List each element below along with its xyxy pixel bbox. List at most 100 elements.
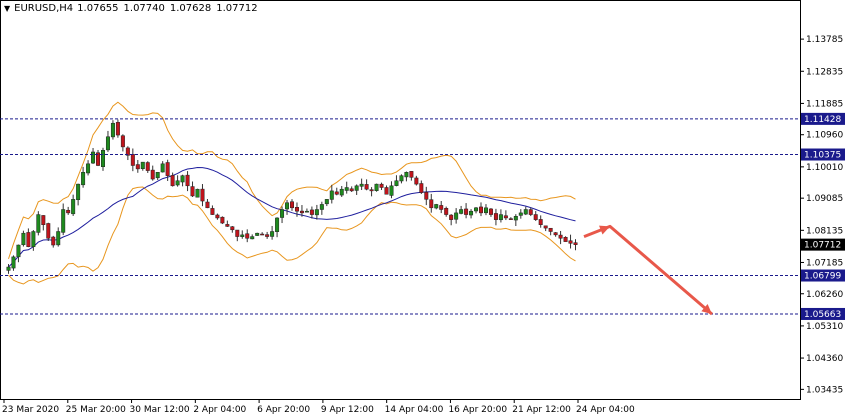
candle-body	[145, 162, 150, 171]
candle-body	[508, 218, 513, 220]
candle-body	[344, 187, 349, 191]
candle-body	[175, 180, 180, 186]
candle-body	[275, 217, 280, 232]
candle-body	[513, 216, 518, 221]
candle-body	[409, 171, 414, 178]
candle-body	[314, 209, 319, 216]
candle-body	[120, 135, 125, 148]
candle-body	[329, 190, 334, 200]
candle-body	[180, 175, 185, 183]
candle-body	[479, 206, 483, 214]
level-badge-label: 1.10375	[804, 151, 841, 161]
x-tick-label: 6 Apr 20:00	[257, 405, 310, 415]
candle-body	[469, 210, 474, 216]
candle-body	[41, 215, 46, 225]
candle-body	[220, 216, 225, 224]
candle-body	[21, 232, 26, 246]
y-tick-label: 1.10960	[806, 131, 843, 141]
candle-body	[304, 210, 309, 213]
candle-body	[265, 234, 270, 237]
y-tick-label: 1.12835	[806, 67, 843, 77]
y-tick-label: 1.08135	[806, 226, 843, 236]
candle-body	[419, 183, 424, 193]
y-tick-label: 1.06260	[806, 290, 843, 300]
x-tick-label: 23 Mar 2020	[2, 405, 59, 415]
y-tick-label: 1.09085	[806, 194, 843, 204]
x-tick-label: 30 Mar 12:00	[130, 405, 190, 415]
candle-body	[528, 209, 533, 215]
candle-body	[449, 214, 454, 220]
candle-body	[170, 175, 175, 187]
candle-body	[61, 209, 66, 233]
candle-body	[389, 185, 394, 196]
x-tick-label: 21 Apr 12:00	[512, 405, 571, 415]
y-tick-label: 1.04360	[806, 354, 843, 364]
envelope-upper-line	[8, 101, 576, 260]
candle-body	[498, 214, 503, 221]
candle-body	[205, 201, 210, 209]
moving-average-line	[8, 166, 576, 268]
candle-body	[319, 204, 324, 210]
price-chart[interactable]: 1.13785 1.12835 1.11885 1.10960 1.10010 1.090…	[0, 0, 846, 419]
candle-body	[101, 150, 105, 167]
candle-body	[464, 208, 469, 215]
candle-body	[280, 209, 285, 218]
candle-body	[538, 219, 543, 225]
candle-body	[563, 237, 568, 242]
x-tick-label: 25 Mar 20:00	[66, 405, 126, 415]
candle-body	[110, 122, 115, 138]
candle-body	[66, 209, 71, 214]
candle-body	[359, 183, 364, 187]
candle-body	[71, 199, 76, 215]
candle-body	[444, 207, 449, 215]
candle-body	[235, 229, 240, 237]
candle-body	[26, 232, 31, 247]
candle-body	[533, 214, 538, 220]
level-badge-label: 1.05663	[804, 310, 841, 320]
x-tick-label: 9 Apr 12:00	[321, 405, 374, 415]
candle-body	[568, 240, 573, 244]
candle-body	[523, 209, 528, 215]
chart-window[interactable]: ▼ EURUSD,H4 1.07655 1.07740 1.07628 1.07712…	[0, 0, 846, 419]
candle-body	[548, 227, 553, 232]
candle-body	[414, 177, 419, 185]
x-tick-label: 16 Apr 20:00	[448, 405, 507, 415]
candle-body	[6, 266, 11, 271]
candle-body	[285, 202, 290, 210]
current-price-label: 1.07712	[804, 241, 841, 251]
y-tick-label: 1.10010	[806, 163, 843, 173]
candle-body	[245, 233, 250, 239]
candle-body	[459, 209, 464, 214]
candle-body	[250, 236, 255, 240]
candle-body	[56, 231, 61, 246]
x-tick-label: 2 Apr 04:00	[193, 405, 246, 415]
candle-body	[429, 199, 434, 209]
candle-body	[140, 161, 145, 169]
candle-body	[483, 207, 488, 214]
candle-body	[46, 223, 51, 239]
candle-body	[404, 172, 409, 178]
candle-body	[339, 188, 344, 196]
candle-body	[16, 244, 21, 258]
candle-body	[493, 213, 498, 220]
candle-body	[135, 164, 140, 170]
candle-body	[31, 231, 36, 247]
candle-body	[349, 188, 354, 192]
candle-body	[434, 204, 439, 209]
candle-body	[155, 172, 160, 179]
candle-body	[210, 208, 215, 215]
candle-body	[394, 180, 399, 186]
candle-body	[150, 169, 155, 180]
candle-body	[454, 212, 459, 220]
y-tick-label: 1.07185	[806, 258, 843, 268]
candle-body	[115, 122, 120, 136]
candle-body	[399, 175, 404, 182]
y-tick-label: 1.13785	[806, 35, 843, 45]
candle-body	[439, 205, 444, 210]
candle-body	[130, 154, 135, 166]
candle-body	[558, 234, 563, 239]
y-tick-label: 1.03435	[806, 385, 843, 395]
x-tick-label: 24 Apr 04:00	[576, 405, 635, 415]
candle-body	[309, 209, 314, 215]
candle-body	[503, 215, 508, 219]
